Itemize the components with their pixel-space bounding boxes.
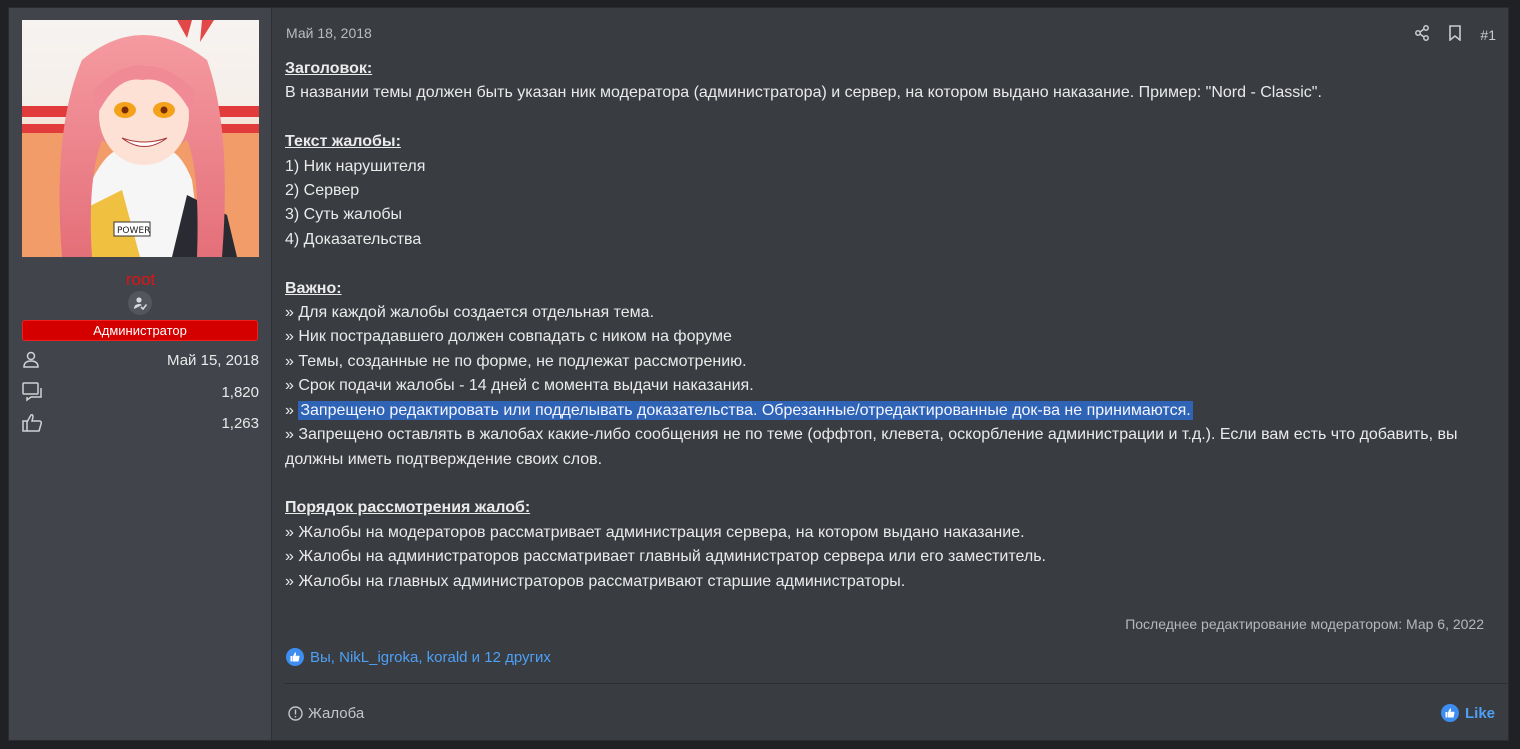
stat-reactions: 1,263: [22, 412, 259, 434]
paragraph-title-rule: В названии темы должен быть указан ник м…: [285, 84, 1322, 102]
report-label: Жалоба: [308, 705, 365, 722]
user-role-banner: Администратор: [22, 320, 258, 341]
user-icon: [23, 351, 39, 368]
list-item: 3) Суть жалобы: [285, 206, 403, 224]
like-button[interactable]: Like: [1440, 704, 1495, 722]
alert-circle-icon: [288, 706, 303, 721]
rule-item: » Для каждой жалобы создается отдельная …: [285, 304, 655, 322]
reactions-users-link[interactable]: Вы, NikL_igroka, korald и 12 других: [310, 649, 551, 666]
user-sidebar: POWER root Администратор Май 15, 2018 1,…: [9, 8, 272, 740]
order-item: » Жалобы на модераторов рассматривает ад…: [285, 523, 1025, 541]
like-reaction-icon: [286, 648, 304, 666]
share-icon[interactable]: [1414, 25, 1430, 44]
post-number-link[interactable]: #1: [1480, 27, 1496, 43]
list-item: 1) Ник нарушителя: [285, 157, 426, 175]
order-item: » Жалобы на администраторов рассматривае…: [285, 548, 1046, 566]
reactions-bar[interactable]: Вы, NikL_igroka, korald и 12 других: [286, 648, 551, 666]
selected-text: Запрещено редактировать или подделывать …: [298, 400, 1193, 420]
stat-messages: 1,820: [22, 381, 259, 403]
stat-messages-value: 1,820: [221, 383, 259, 401]
rule-item: » Срок подачи жалобы - 14 дней с момента…: [285, 377, 754, 395]
thumbs-up-icon: [1440, 704, 1459, 722]
like-label: Like: [1464, 704, 1495, 722]
thumbs-up-icon: [22, 414, 43, 432]
heading-review-order: Порядок рассмотрения жалоб:: [285, 499, 531, 517]
list-item: 2) Сервер: [285, 182, 360, 200]
avatar[interactable]: POWER: [22, 20, 259, 257]
rule-item: » Ник пострадавшего должен совпадать с н…: [285, 328, 732, 346]
rule-item-prefix: »: [285, 401, 299, 419]
footer-divider: [284, 683, 1508, 684]
order-item: » Жалобы на главных администраторов расс…: [285, 572, 906, 590]
message-post: POWER root Администратор Май 15, 2018 1,…: [8, 7, 1509, 741]
stat-joined: Май 15, 2018: [22, 349, 259, 371]
list-item: 4) Доказательства: [285, 230, 422, 248]
verified-icon: [128, 291, 152, 315]
heading-title: Заголовок:: [285, 60, 373, 77]
last-edit-note: Последнее редактирование модератором: Ма…: [1125, 616, 1484, 632]
post-body: Заголовок: В названии темы должен быть у…: [285, 57, 1485, 594]
heading-complaint-text: Текст жалобы:: [285, 133, 401, 151]
post-actions: #1: [1414, 25, 1496, 44]
messages-icon: [22, 382, 42, 402]
report-button[interactable]: Жалоба: [288, 705, 364, 722]
message-content: Май 18, 2018 #1 Заголовок: В названии те…: [284, 8, 1508, 740]
rule-item: » Запрещено оставлять в жалобах какие-ли…: [285, 426, 1458, 468]
stat-reactions-value: 1,263: [221, 414, 259, 432]
username[interactable]: root: [9, 270, 272, 290]
heading-important: Важно:: [285, 279, 342, 297]
avatar-badge-text: POWER: [117, 226, 150, 236]
post-date[interactable]: Май 18, 2018: [286, 25, 372, 41]
avatar-image: POWER: [22, 20, 259, 257]
rule-item: » Темы, созданные не по форме, не подлеж…: [285, 352, 747, 370]
bookmark-icon[interactable]: [1448, 25, 1462, 44]
stat-joined-value: Май 15, 2018: [167, 351, 259, 369]
